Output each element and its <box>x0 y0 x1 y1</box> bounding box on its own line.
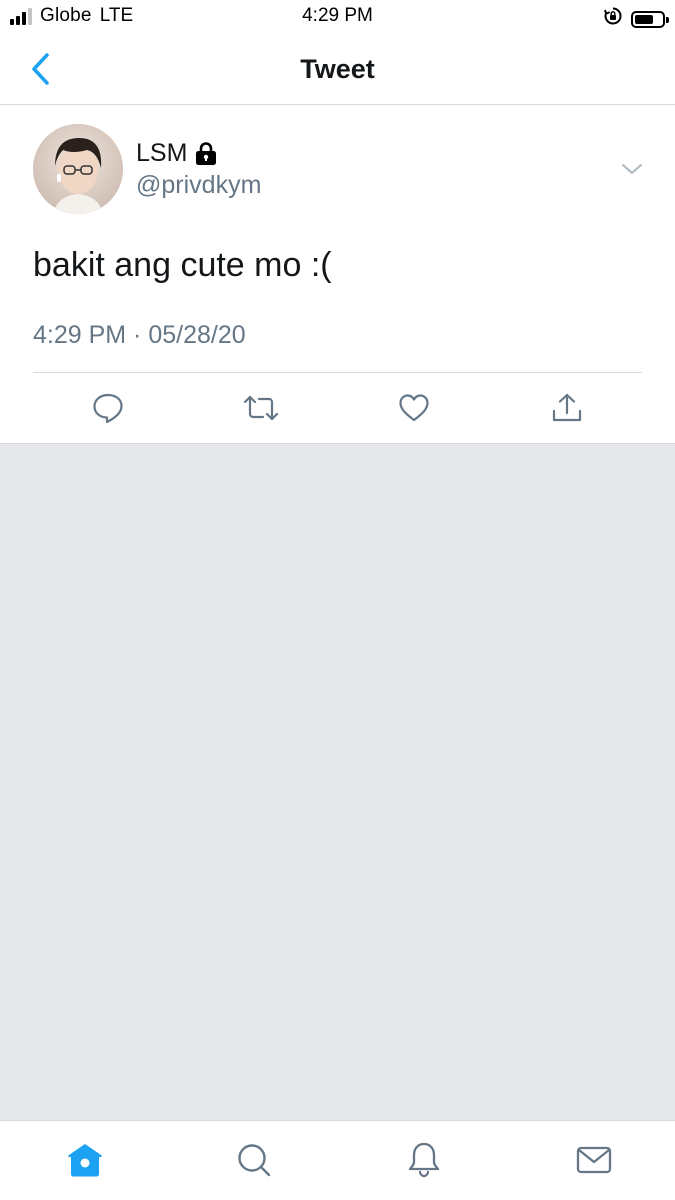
display-name-row: LSM <box>136 139 217 168</box>
like-button[interactable] <box>394 388 434 428</box>
battery-icon <box>631 10 669 28</box>
status-right <box>603 6 669 32</box>
tweet-text: bakit ang cute mo :( <box>33 246 332 284</box>
retweet-icon <box>243 395 279 421</box>
tab-notifications[interactable] <box>403 1139 445 1181</box>
home-icon <box>68 1144 102 1177</box>
search-icon <box>238 1144 271 1177</box>
status-bar: Globe LTE 4:29 PM <box>0 0 675 34</box>
divider <box>33 372 642 373</box>
notifications-icon <box>408 1142 440 1178</box>
orientation-lock-icon <box>603 6 623 32</box>
like-icon <box>399 394 429 422</box>
display-name[interactable]: LSM <box>136 139 187 168</box>
chevron-down-icon <box>622 164 642 174</box>
tweet-actions <box>0 388 675 428</box>
status-time: 4:29 PM <box>302 5 373 26</box>
share-button[interactable] <box>547 388 587 428</box>
tweet-card: LSM @privdkym bakit ang cute mo :( 4:29 … <box>0 105 675 444</box>
tweet-timestamp: 4:29 PM · 05/28/20 <box>33 321 246 349</box>
bottom-tab-bar <box>0 1120 675 1200</box>
share-icon <box>552 393 582 422</box>
page-title: Tweet <box>300 54 375 84</box>
retweet-button[interactable] <box>241 388 281 428</box>
tweet-detail-screen: Globe LTE 4:29 PM Tweet LSM @privdkym ba… <box>0 0 675 1200</box>
more-options-button[interactable] <box>620 157 644 181</box>
nav-header: Tweet <box>0 34 675 105</box>
tab-messages[interactable] <box>573 1139 615 1181</box>
reply-icon <box>93 393 123 424</box>
tab-search[interactable] <box>233 1139 275 1181</box>
reply-button[interactable] <box>88 388 128 428</box>
messages-icon <box>576 1146 612 1174</box>
avatar[interactable] <box>33 124 123 214</box>
tab-home[interactable] <box>64 1139 106 1181</box>
lock-icon <box>196 141 217 165</box>
user-handle[interactable]: @privdkym <box>136 171 261 200</box>
